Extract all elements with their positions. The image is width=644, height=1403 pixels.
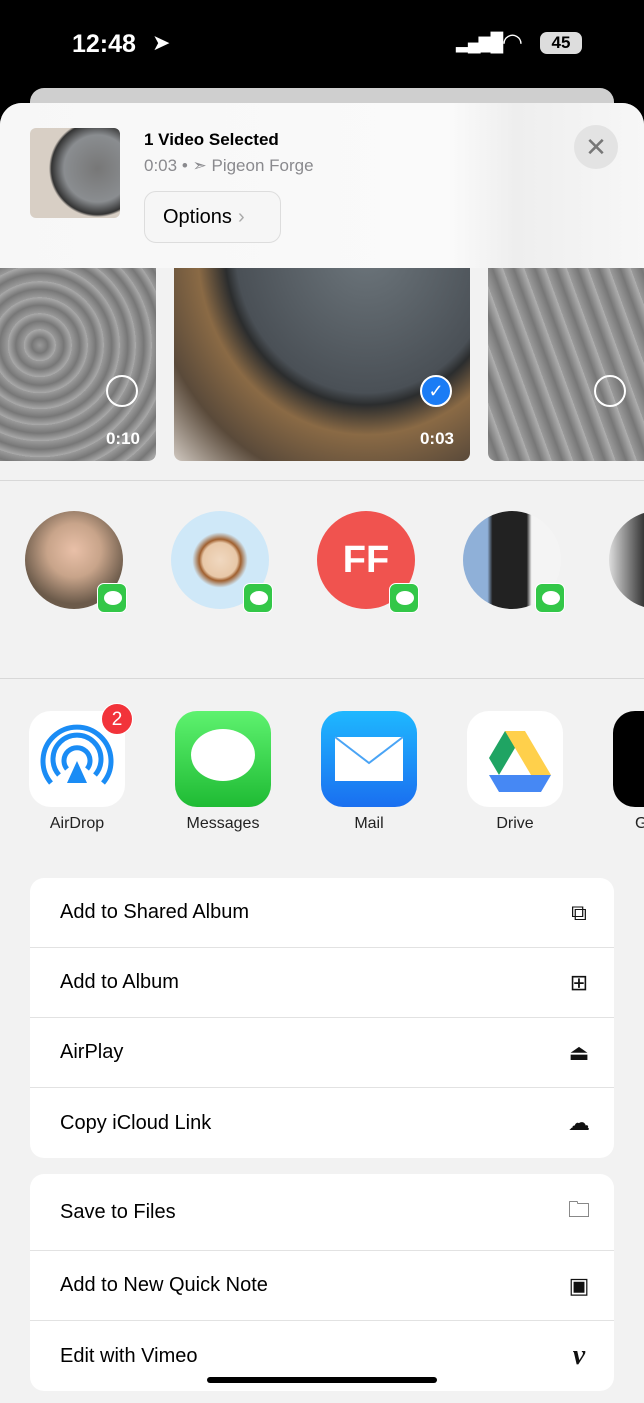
selection-title: 1 Video Selected xyxy=(144,130,279,149)
messages-icon xyxy=(175,711,271,807)
action-label: Add to Shared Album xyxy=(60,901,250,923)
actions-group-2: Save to Files 🗀 Add to New Quick Note ▣ Ed… xyxy=(30,1174,614,1391)
photo-duration: 0:10 xyxy=(105,429,140,448)
action-add-to-shared-album[interactable]: Add to Shared Album ⧉ xyxy=(30,878,614,948)
contact-suggestion[interactable] xyxy=(25,511,127,613)
app-partial[interactable]: G xyxy=(613,711,644,833)
contact-suggestion[interactable] xyxy=(463,511,565,613)
photo-duration: 0:03 xyxy=(419,429,454,448)
add-album-icon: ⊞ xyxy=(569,969,589,995)
shared-album-icon: ⧉ xyxy=(571,899,587,925)
video-thumbnail xyxy=(30,128,120,218)
messages-badge-icon xyxy=(389,583,419,613)
chevron-right-icon: › xyxy=(237,206,245,228)
app-mail[interactable]: Mail xyxy=(321,711,417,833)
options-label: Options xyxy=(163,206,232,228)
action-label: Copy iCloud Link xyxy=(60,1111,212,1134)
people-row: FF xyxy=(0,511,644,621)
divider xyxy=(0,678,644,679)
messages-badge-icon xyxy=(243,583,273,613)
app-label: Drive xyxy=(496,815,534,832)
app-airdrop[interactable]: 2 AirDrop xyxy=(29,703,133,833)
location-icon: ➣ xyxy=(192,156,207,175)
app-messages[interactable]: Messages xyxy=(175,711,271,833)
options-button[interactable]: Options › xyxy=(144,191,281,243)
action-airplay[interactable]: AirPlay ⏏ xyxy=(30,1018,614,1088)
video-duration: 0:03 xyxy=(144,156,178,175)
action-label: Edit with Vimeo xyxy=(60,1344,198,1367)
selection-subtitle: 0:03 • ➣ Pigeon Forge xyxy=(144,156,314,175)
notification-badge: 2 xyxy=(101,703,133,735)
action-label: AirPlay xyxy=(60,1041,124,1063)
folder-icon: 🗀 xyxy=(567,1197,590,1222)
signal-icon: ▂▄▆█ xyxy=(456,32,503,52)
contact-suggestion[interactable] xyxy=(609,511,644,611)
share-sheet: 1 Video Selected 0:03 • ➣ Pigeon Forge O… xyxy=(0,103,644,1403)
mail-icon xyxy=(321,711,417,807)
divider xyxy=(0,480,644,481)
action-copy-icloud-link[interactable]: Copy iCloud Link ☁ xyxy=(30,1088,614,1158)
action-label: Add to New Quick Note xyxy=(60,1274,268,1296)
close-button[interactable]: ✕ xyxy=(574,125,618,169)
action-label: Add to Album xyxy=(60,971,179,993)
photo-strip: 0:10 ✓ 0:03 xyxy=(0,268,644,463)
app-drive[interactable]: Drive xyxy=(467,711,563,833)
photo-item[interactable]: ✓ 0:03 xyxy=(174,268,470,461)
status-time: 12:48 xyxy=(72,30,136,58)
close-icon: ✕ xyxy=(585,132,607,162)
contact-suggestion[interactable]: FF xyxy=(317,511,419,613)
app-icon xyxy=(613,711,644,807)
airdrop-icon: 2 xyxy=(29,703,133,807)
app-label: Messages xyxy=(186,815,260,832)
photo-item[interactable]: 0:10 xyxy=(0,268,156,461)
avatar xyxy=(609,511,644,609)
app-label: Mail xyxy=(354,815,384,832)
share-header: 1 Video Selected 0:03 • ➣ Pigeon Forge O… xyxy=(0,103,644,268)
photo-item[interactable] xyxy=(488,268,644,461)
video-location: Pigeon Forge xyxy=(211,156,314,175)
messages-badge-icon xyxy=(97,583,127,613)
action-add-to-album[interactable]: Add to Album ⊞ xyxy=(30,948,614,1018)
wifi-icon: ◠ xyxy=(502,29,523,56)
vimeo-icon: v xyxy=(572,1340,586,1371)
status-bar: 12:48 ➤ ▂▄▆█ ◠ 45 xyxy=(0,0,644,90)
home-indicator[interactable] xyxy=(207,1377,437,1383)
icloud-link-icon: ☁ xyxy=(568,1110,590,1135)
airplay-icon: ⏏ xyxy=(568,1039,590,1065)
selected-checkmark[interactable]: ✓ xyxy=(420,375,452,407)
quick-note-icon: ▣ xyxy=(568,1272,590,1298)
google-drive-icon xyxy=(467,711,563,807)
app-label: G xyxy=(635,815,644,832)
battery-indicator: 45 xyxy=(540,32,582,54)
location-arrow-icon: ➤ xyxy=(152,30,171,55)
select-circle[interactable] xyxy=(594,375,626,407)
actions-group-1: Add to Shared Album ⧉ Add to Album ⊞ AirPl… xyxy=(30,878,614,1158)
messages-badge-icon xyxy=(535,583,565,613)
contact-suggestion[interactable] xyxy=(171,511,273,613)
app-label: AirDrop xyxy=(49,815,105,832)
select-circle[interactable] xyxy=(106,375,138,407)
action-label: Save to Files xyxy=(60,1200,176,1223)
action-add-to-new-quick-note[interactable]: Add to New Quick Note ▣ xyxy=(30,1251,614,1321)
action-save-to-files[interactable]: Save to Files 🗀 xyxy=(30,1174,614,1251)
